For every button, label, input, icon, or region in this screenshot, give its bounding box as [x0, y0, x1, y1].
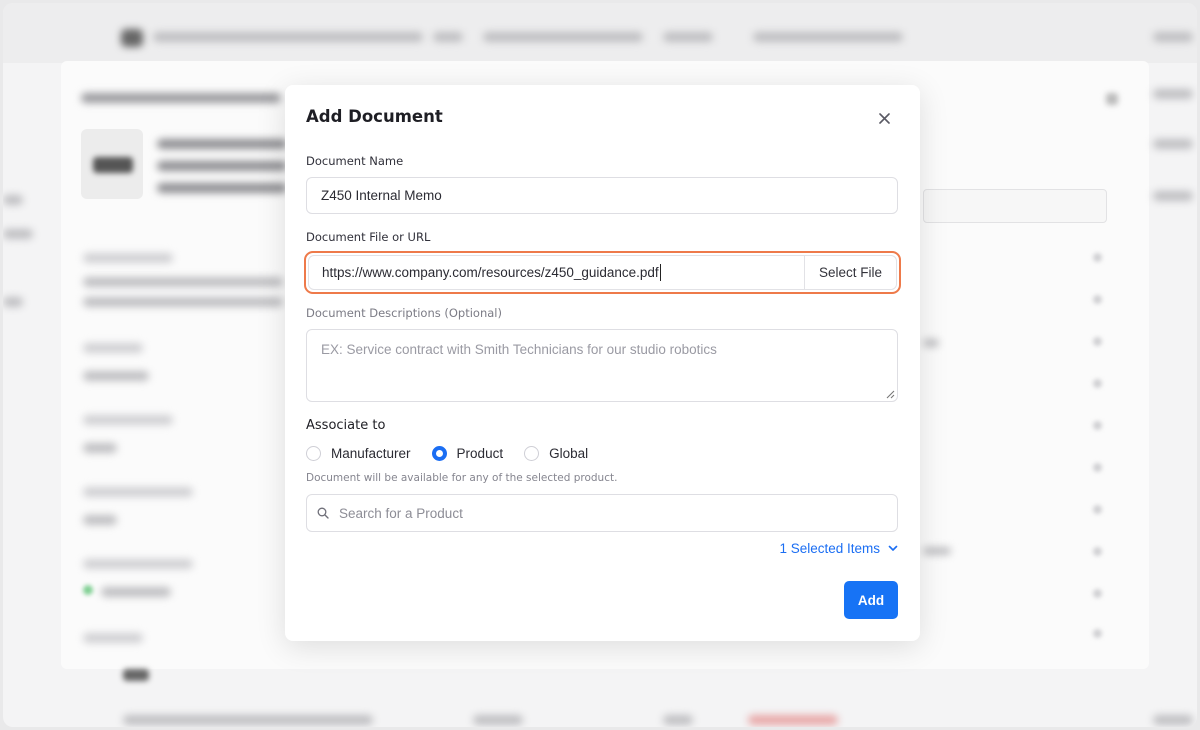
- background-text: [157, 161, 287, 171]
- product-search-placeholder: Search for a Product: [339, 505, 463, 521]
- background-text: [1153, 191, 1193, 201]
- background-text: [3, 229, 33, 239]
- selected-items-toggle[interactable]: 1 Selected Items: [779, 541, 898, 556]
- radio-manufacturer[interactable]: Manufacturer: [306, 445, 411, 461]
- radio-product[interactable]: Product: [431, 445, 504, 461]
- background-chevron: [1093, 421, 1102, 430]
- add-document-modal: Add Document Document Name Z450 Internal…: [285, 85, 920, 641]
- background-text: [753, 32, 903, 42]
- background-chevron: [1093, 629, 1102, 638]
- document-file-label: Document File or URL: [306, 230, 431, 244]
- document-file-input[interactable]: https://www.company.com/resources/z450_g…: [308, 255, 897, 290]
- background-text: [923, 339, 939, 347]
- background-text: [663, 715, 693, 725]
- radio-label: Manufacturer: [331, 445, 411, 461]
- background-chevron: [1093, 505, 1102, 514]
- associate-radio-group: Manufacturer Product Global: [306, 444, 609, 462]
- background-text: [83, 277, 283, 287]
- background-text: [1153, 139, 1193, 149]
- background-text: [83, 253, 173, 263]
- background-chevron: [1093, 253, 1102, 262]
- radio-label: Product: [456, 445, 504, 461]
- background-status-dot: [83, 585, 93, 595]
- background-text: [83, 443, 117, 453]
- background-chevron: [1093, 547, 1102, 556]
- background-text: [433, 32, 463, 42]
- associate-to-title: Associate to: [306, 418, 386, 433]
- close-button[interactable]: [873, 107, 895, 129]
- selected-items-label: 1 Selected Items: [779, 541, 880, 556]
- select-file-button[interactable]: Select File: [804, 256, 896, 289]
- background-text: [1153, 89, 1193, 99]
- background-text: [83, 487, 193, 497]
- text-caret: [659, 264, 661, 281]
- document-file-value: https://www.company.com/resources/z450_g…: [322, 265, 659, 280]
- document-description-placeholder: EX: Service contract with Smith Technici…: [321, 342, 717, 357]
- background-text: [663, 32, 713, 42]
- document-name-input[interactable]: Z450 Internal Memo: [306, 177, 898, 214]
- background-chevron: [1093, 337, 1102, 346]
- radio-global[interactable]: Global: [524, 445, 589, 461]
- product-search-input[interactable]: Search for a Product: [306, 494, 898, 532]
- background-text: [101, 587, 171, 597]
- background-heading: [81, 93, 281, 103]
- background-icon: [123, 669, 149, 681]
- background-chevron: [1093, 379, 1102, 388]
- document-description-label: Document Descriptions (Optional): [306, 306, 502, 320]
- background-text: [83, 559, 193, 569]
- document-name-label: Document Name: [306, 154, 404, 168]
- radio-label: Global: [549, 445, 589, 461]
- background-text: [83, 515, 117, 525]
- background-text: [923, 547, 951, 555]
- background-text: [83, 371, 149, 381]
- document-description-textarea[interactable]: EX: Service contract with Smith Technici…: [306, 329, 898, 402]
- associate-helper-text: Document will be available for any of th…: [306, 472, 618, 484]
- background-chevron: [1093, 589, 1102, 598]
- document-file-focus-ring: https://www.company.com/resources/z450_g…: [304, 251, 901, 294]
- background-text: [83, 343, 143, 353]
- background-text: [483, 32, 643, 42]
- background-field: [923, 189, 1107, 223]
- close-icon: [878, 112, 890, 124]
- background-text: [83, 297, 283, 307]
- resize-grip-icon[interactable]: [885, 389, 895, 399]
- modal-title: Add Document: [306, 107, 443, 126]
- background-text: [748, 715, 838, 725]
- search-icon: [317, 507, 329, 519]
- radio-unchecked-icon: [306, 445, 321, 461]
- document-name-value: Z450 Internal Memo: [321, 188, 442, 203]
- background-text: [3, 195, 23, 205]
- background-text: [83, 415, 173, 425]
- background-close-icon: [1106, 93, 1118, 105]
- background-text: [157, 183, 287, 193]
- chevron-down-icon: [888, 545, 898, 551]
- add-button[interactable]: Add: [844, 581, 898, 619]
- radio-unchecked-icon: [524, 445, 540, 461]
- background-text: [157, 139, 287, 149]
- background-product-image: [93, 157, 133, 173]
- background-chevron: [1093, 295, 1102, 304]
- background-chevron: [1093, 463, 1102, 472]
- background-text: [3, 297, 23, 307]
- background-text: [473, 715, 523, 725]
- background-text: [1153, 715, 1193, 725]
- background-text: [83, 633, 143, 643]
- background-logo: [121, 29, 143, 47]
- background-text: [1153, 32, 1193, 42]
- background-text: [153, 32, 423, 42]
- radio-checked-icon: [431, 445, 447, 461]
- background-text: [123, 715, 373, 725]
